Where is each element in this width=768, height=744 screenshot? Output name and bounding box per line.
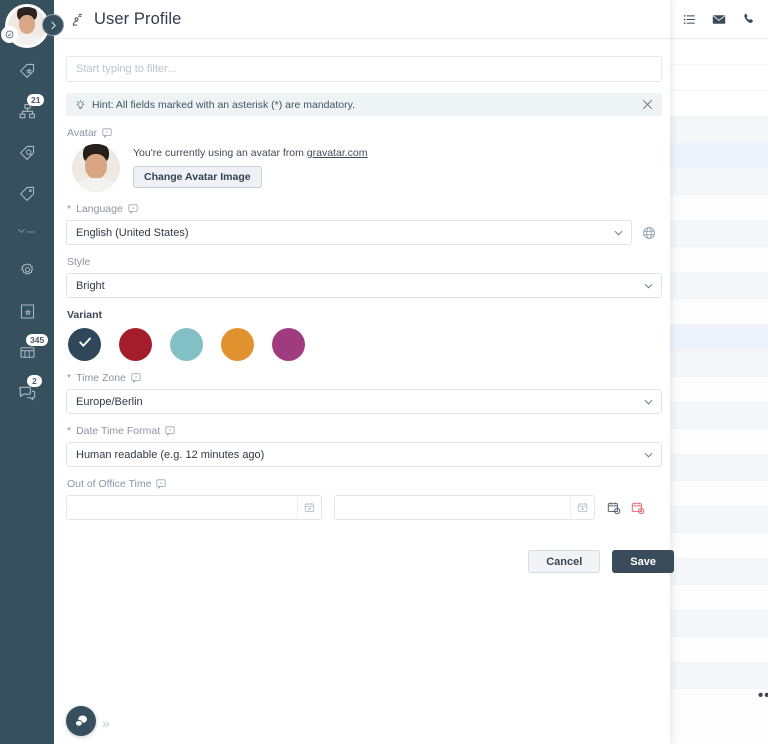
cancel-button[interactable]: Cancel xyxy=(528,550,601,573)
check-icon xyxy=(77,334,93,355)
hint-banner: Hint: All fields marked with an asterisk… xyxy=(66,93,662,116)
phone-icon[interactable] xyxy=(742,12,756,26)
chat-expand-button[interactable]: » xyxy=(102,716,110,730)
avatar-row: You're currently using an avatar from gr… xyxy=(72,144,656,192)
sidebar-badge: 345 xyxy=(26,334,49,347)
timezone-field: * Time Zone Europe/Berlin xyxy=(66,372,662,414)
calendar-icon[interactable] xyxy=(570,497,593,518)
avatar-status-badge xyxy=(1,26,18,43)
timezone-label-row: * Time Zone xyxy=(67,372,656,384)
variant-field: Variant xyxy=(66,309,656,361)
calendar-set-icon[interactable] xyxy=(607,501,621,515)
lightbulb-icon xyxy=(75,99,86,110)
style-field: Style Bright xyxy=(66,256,662,298)
style-label: Style xyxy=(67,256,91,268)
language-select-wrap: English (United States) xyxy=(66,220,632,245)
style-select-wrap: Bright xyxy=(66,273,662,298)
language-label-row: * Language xyxy=(67,203,656,215)
variant-label: Variant xyxy=(67,309,103,321)
sidebar-item-tags[interactable] xyxy=(0,173,54,214)
style-label-row: Style xyxy=(67,256,656,268)
info-tooltip-icon[interactable] xyxy=(131,373,141,383)
required-asterisk: * xyxy=(67,372,72,384)
variant-swatch-red[interactable] xyxy=(119,328,152,361)
dialog-actions: Cancel Save xyxy=(66,550,674,573)
language-select[interactable]: English (United States) xyxy=(66,220,632,245)
sidebar: 21 345 2 xyxy=(0,0,64,744)
sidebar-item-settings[interactable] xyxy=(0,250,54,291)
sidebar-item-chat[interactable]: 2 xyxy=(0,373,54,414)
sidebar-item-overviews[interactable]: 345 xyxy=(0,332,54,373)
close-icon[interactable] xyxy=(642,99,653,110)
out-of-office-start-input[interactable] xyxy=(66,495,322,520)
page-title: User Profile xyxy=(94,9,182,28)
sidebar-item-search[interactable] xyxy=(0,132,54,173)
timezone-label: Time Zone xyxy=(76,372,126,384)
user-profile-dialog: User Profile Hint: All fields marked wit… xyxy=(54,0,674,744)
info-tooltip-icon[interactable] xyxy=(165,426,175,436)
info-tooltip-icon[interactable] xyxy=(102,128,112,138)
app-root: ••• xyxy=(0,0,768,744)
sidebar-item-knowledge-base[interactable] xyxy=(0,291,54,332)
info-tooltip-icon[interactable] xyxy=(156,479,167,489)
sidebar-items: 21 345 2 xyxy=(0,50,54,414)
hint-text: Hint: All fields marked with an asterisk… xyxy=(92,98,355,111)
gravatar-link[interactable]: gravatar.com xyxy=(307,147,368,159)
calendar-icon[interactable] xyxy=(297,497,320,518)
overflow-menu-button[interactable]: ••• xyxy=(758,688,768,703)
sidebar-item-collapse-group[interactable] xyxy=(0,214,54,250)
timezone-select[interactable]: Europe/Berlin xyxy=(66,389,662,414)
calendar-clear-icon[interactable] xyxy=(631,501,645,515)
variant-swatches xyxy=(68,328,656,361)
variant-swatch-teal[interactable] xyxy=(170,328,203,361)
out-of-office-label: Out of Office Time xyxy=(67,478,152,490)
sidebar-badge: 21 xyxy=(27,94,45,107)
out-of-office-field: Out of Office Time xyxy=(66,478,656,520)
list-icon[interactable] xyxy=(683,13,696,26)
language-label: Language xyxy=(76,203,123,215)
avatar-note: You're currently using an avatar from gr… xyxy=(133,147,368,159)
user-profile-icon xyxy=(68,11,85,28)
sidebar-collapse-toggle[interactable] xyxy=(42,14,64,36)
avatar-preview[interactable] xyxy=(72,144,120,192)
datetime-format-label-row: * Date Time Format xyxy=(67,425,656,437)
language-row: English (United States) xyxy=(66,220,656,245)
sidebar-badge: 2 xyxy=(27,375,42,388)
style-select[interactable]: Bright xyxy=(66,273,662,298)
save-button[interactable]: Save xyxy=(612,550,674,573)
info-tooltip-icon[interactable] xyxy=(128,204,138,214)
variant-swatch-orange[interactable] xyxy=(221,328,254,361)
out-of-office-label-row: Out of Office Time xyxy=(67,478,656,490)
globe-icon[interactable] xyxy=(642,226,656,240)
change-avatar-button[interactable]: Change Avatar Image xyxy=(133,166,262,188)
required-asterisk: * xyxy=(67,203,72,215)
out-of-office-actions xyxy=(607,501,645,515)
dialog-header: User Profile xyxy=(54,0,670,39)
avatar-field: Avatar You're currently using an avatar … xyxy=(66,127,656,192)
language-field: * Language English (United States) xyxy=(66,203,656,245)
dialog-body: Hint: All fields marked with an asterisk… xyxy=(54,39,674,573)
chat-bubbles-icon[interactable] xyxy=(66,706,96,736)
datetime-format-field: * Date Time Format Human readable (e.g. … xyxy=(66,425,662,467)
timezone-select-wrap: Europe/Berlin xyxy=(66,389,662,414)
variant-label-row: Variant xyxy=(67,309,656,321)
mail-icon[interactable] xyxy=(712,13,726,26)
variant-swatch-dark[interactable] xyxy=(68,328,101,361)
variant-swatch-magenta[interactable] xyxy=(272,328,305,361)
sidebar-item-organization[interactable]: 21 xyxy=(0,91,54,132)
required-asterisk: * xyxy=(67,425,72,437)
avatar-label: Avatar xyxy=(67,127,98,139)
search-input[interactable] xyxy=(66,56,662,82)
avatar-label-row: Avatar xyxy=(67,127,656,139)
sidebar-item-tickets[interactable] xyxy=(0,50,54,91)
datetime-format-select[interactable]: Human readable (e.g. 12 minutes ago) xyxy=(66,442,662,467)
out-of-office-row xyxy=(66,495,656,520)
out-of-office-end-input[interactable] xyxy=(334,495,595,520)
datetime-format-label: Date Time Format xyxy=(76,425,161,437)
datetime-format-select-wrap: Human readable (e.g. 12 minutes ago) xyxy=(66,442,662,467)
avatar-note-prefix: You're currently using an avatar from xyxy=(133,147,307,159)
